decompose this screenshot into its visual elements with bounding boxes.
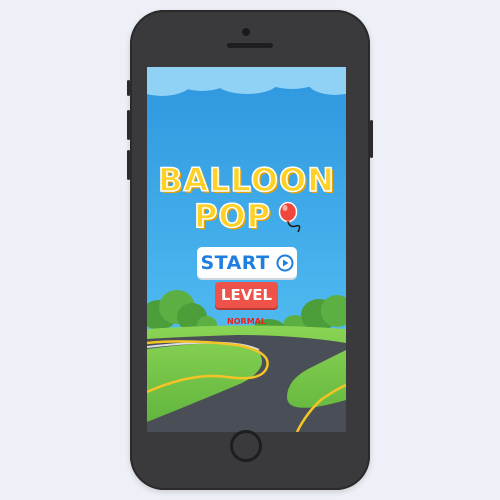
game-title-line-1: BALLOON	[157, 161, 335, 199]
phone-frame: BALLOON POP START LEVEL NORMAL	[127, 10, 373, 490]
game-screen[interactable]: BALLOON POP START LEVEL NORMAL	[147, 67, 346, 432]
start-button[interactable]: START	[197, 247, 297, 278]
balloon-icon	[278, 202, 301, 233]
front-camera-icon	[242, 28, 250, 36]
volume-up-button	[127, 110, 130, 140]
difficulty-label[interactable]: NORMAL	[147, 317, 346, 326]
silent-switch	[127, 80, 130, 96]
play-circle-icon	[276, 254, 294, 271]
earpiece-speaker	[227, 43, 273, 48]
volume-down-button	[127, 150, 130, 180]
level-button-label: LEVEL	[220, 286, 273, 304]
level-button[interactable]: LEVEL	[215, 282, 278, 308]
game-title-line-2: POP	[193, 197, 272, 235]
start-button-label: START	[200, 251, 270, 274]
home-button[interactable]	[230, 430, 262, 462]
power-button	[370, 120, 373, 158]
